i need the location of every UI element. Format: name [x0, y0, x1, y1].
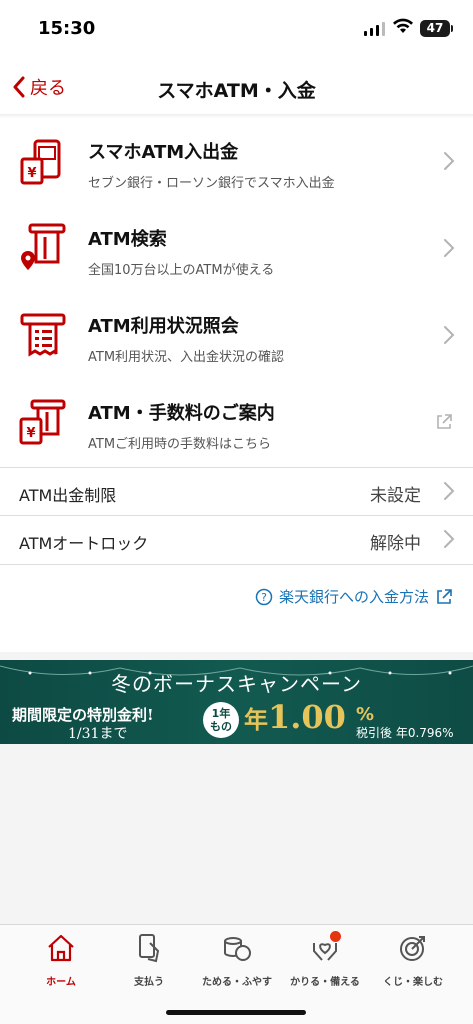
target-icon — [400, 936, 425, 961]
tab-label: くじ・楽しむ — [383, 977, 443, 988]
menu-subtitle: 全国10万台以上のATMが使える — [88, 263, 275, 278]
banner-badge-line2: もの — [210, 720, 232, 733]
chevron-right-icon — [444, 326, 455, 344]
banner-deadline: 1/31まで — [68, 726, 128, 742]
tab-label: かりる・備える — [290, 977, 360, 988]
setting-value: 未設定 — [370, 486, 421, 506]
status-time: 15:30 — [38, 18, 96, 39]
wifi-icon — [393, 18, 413, 33]
status-bar: 15:30 47 — [0, 0, 473, 62]
bonus-campaign-banner[interactable]: 冬のボーナスキャンペーン 期間限定の特別金利! 1/31まで 1年 もの 年1.… — [0, 660, 473, 744]
menu-title: ATM検索 — [88, 229, 167, 250]
menu-item-atm-status[interactable]: ATM利用状況照会 ATM利用状況、入出金状況の確認 — [0, 292, 473, 379]
banner-rate-prefix: 年 — [244, 705, 268, 734]
battery-icon: 47 — [420, 20, 450, 37]
chevron-right-icon — [444, 152, 455, 170]
menu-subtitle: ATMご利用時の手数料はこちら — [88, 437, 272, 452]
smartphone-atm-icon: ¥ — [20, 139, 61, 185]
home-indicator — [166, 1010, 306, 1015]
banner-term-badge: 1年 もの — [203, 702, 239, 738]
tab-label: ためる・ふやす — [202, 977, 272, 988]
banner-rate-value: 1.00 — [268, 698, 346, 736]
page-title: スマホATM・入金 — [157, 80, 316, 102]
svg-text:¥: ¥ — [26, 426, 35, 441]
menu-title: スマホATM入出金 — [88, 142, 239, 163]
setting-label: ATM出金制限 — [19, 486, 117, 505]
bottom-tab-bar: ホーム 支払う ためる・ふやす かりる・備える くじ・楽しむ — [0, 924, 473, 1024]
tab-home[interactable]: ホーム — [14, 933, 108, 993]
home-icon — [48, 934, 74, 962]
battery-tip — [451, 25, 453, 32]
tab-lottery-fun[interactable]: くじ・楽しむ — [366, 933, 460, 993]
menu-subtitle: セブン銀行・ローソン銀行でスマホ入出金 — [88, 176, 335, 191]
deposit-method-link[interactable]: ? 楽天銀行への入金方法 — [255, 586, 453, 607]
chevron-right-icon — [444, 482, 455, 500]
setting-value: 解除中 — [370, 534, 421, 554]
setting-atm-withdrawal-limit[interactable]: ATM出金制限 未設定 — [0, 467, 473, 515]
chevron-right-icon — [444, 530, 455, 548]
menu-subtitle: ATM利用状況、入出金状況の確認 — [88, 350, 285, 365]
card-payment-icon — [139, 934, 160, 963]
banner-rate: 年1.00 — [244, 698, 346, 736]
atm-yen-icon: ¥ — [19, 399, 66, 445]
svg-text:¥: ¥ — [27, 166, 36, 181]
banner-net-rate: 税引後 年0.796% — [356, 726, 454, 740]
external-link-icon — [437, 588, 452, 604]
tab-label: ホーム — [46, 977, 76, 988]
atm-location-icon — [21, 223, 66, 270]
external-link-icon — [437, 414, 452, 429]
menu-title: ATM・手数料のご案内 — [88, 403, 275, 424]
deposit-link-label: 楽天銀行への入金方法 — [278, 588, 429, 606]
coins-icon — [224, 937, 251, 961]
chevron-right-icon — [444, 239, 455, 257]
signal-icon — [364, 22, 385, 36]
tab-label: 支払う — [134, 977, 164, 988]
help-circle-icon: ? — [255, 588, 273, 605]
menu-item-atm-search[interactable]: ATM検索 全国10万台以上のATMが使える — [0, 205, 473, 292]
atm-receipt-icon — [20, 313, 66, 357]
tab-borrow-protect[interactable]: かりる・備える — [278, 931, 372, 993]
banner-special-rate-text: 期間限定の特別金利! — [12, 706, 154, 724]
menu-item-atm-fees[interactable]: ¥ ATM・手数料のご案内 ATMご利用時の手数料はこちら — [0, 379, 473, 466]
menu-item-smartphone-atm[interactable]: ¥ スマホATM入出金 セブン銀行・ローソン銀行でスマホ入出金 — [0, 118, 473, 205]
banner-title: 冬のボーナスキャンペーン — [111, 672, 362, 696]
banner-badge-line1: 1年 — [211, 707, 231, 720]
battery-level: 47 — [426, 21, 444, 35]
tab-pay[interactable]: 支払う — [102, 933, 196, 993]
svg-text:?: ? — [261, 591, 267, 604]
banner-rate-percent: % — [356, 704, 375, 725]
tab-save-grow[interactable]: ためる・ふやす — [190, 933, 284, 993]
setting-label: ATMオートロック — [19, 534, 149, 553]
notification-badge — [330, 931, 341, 942]
nav-bar: 戻る スマホATM・入金 — [0, 62, 473, 114]
setting-atm-autolock[interactable]: ATMオートロック 解除中 — [0, 515, 473, 565]
menu-title: ATM利用状況照会 — [88, 316, 239, 337]
